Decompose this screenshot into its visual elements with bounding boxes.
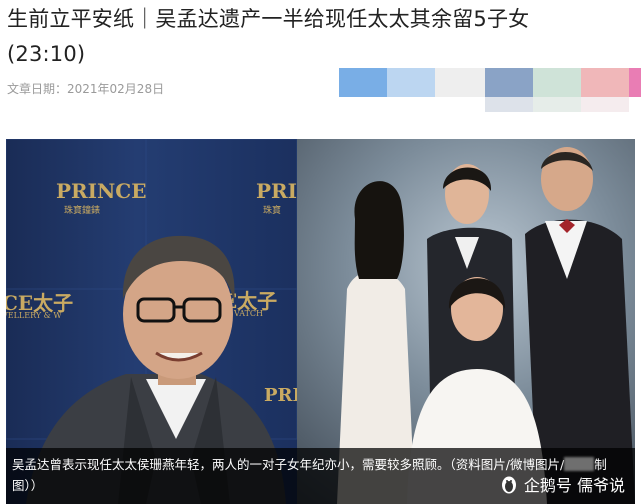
article-photo: PRINCE 珠寶鐘錶 PRIN 珠寶 CE太子 VELLERY & W CE太…: [6, 139, 635, 504]
redacted-blur: [564, 457, 595, 471]
caption-text-part1: 吴孟达曾表示现任太太侯珊燕年轻，两人的一对子女年纪亦小，需要较多照顾。（资料图片…: [12, 457, 565, 472]
penguin-icon: [501, 476, 516, 494]
swatch-row2-a: [485, 97, 533, 112]
swatch-row2-c: [581, 97, 629, 112]
title-line-2: (23:10): [7, 42, 86, 66]
swatch-row2-b: [533, 97, 581, 112]
swatch-4[interactable]: [485, 68, 533, 97]
swatch-3[interactable]: [435, 68, 485, 97]
swatch-7[interactable]: [629, 68, 641, 97]
share-color-bar: [339, 68, 641, 112]
swatch-2[interactable]: [387, 68, 435, 97]
swatch-1[interactable]: [339, 68, 387, 97]
source-watermark: 企鹅号 儒爷说: [500, 472, 625, 496]
photo-caption: 吴孟达曾表示现任太太侯珊燕年轻，两人的一对子女年纪亦小，需要较多照顾。（资料图片…: [6, 448, 635, 504]
article-date: 文章日期：2021年02月28日: [7, 82, 165, 96]
swatch-5[interactable]: [533, 68, 581, 97]
article-title: 生前立平安纸｜吴孟达遗产一半给现任太太其余留5子女 (23:10): [7, 2, 637, 72]
title-line-1: 生前立平安纸｜吴孟达遗产一半给现任太太其余留5子女: [7, 7, 530, 31]
swatch-6[interactable]: [581, 68, 629, 97]
watermark-label: 企鹅号 儒爷说: [523, 476, 625, 495]
